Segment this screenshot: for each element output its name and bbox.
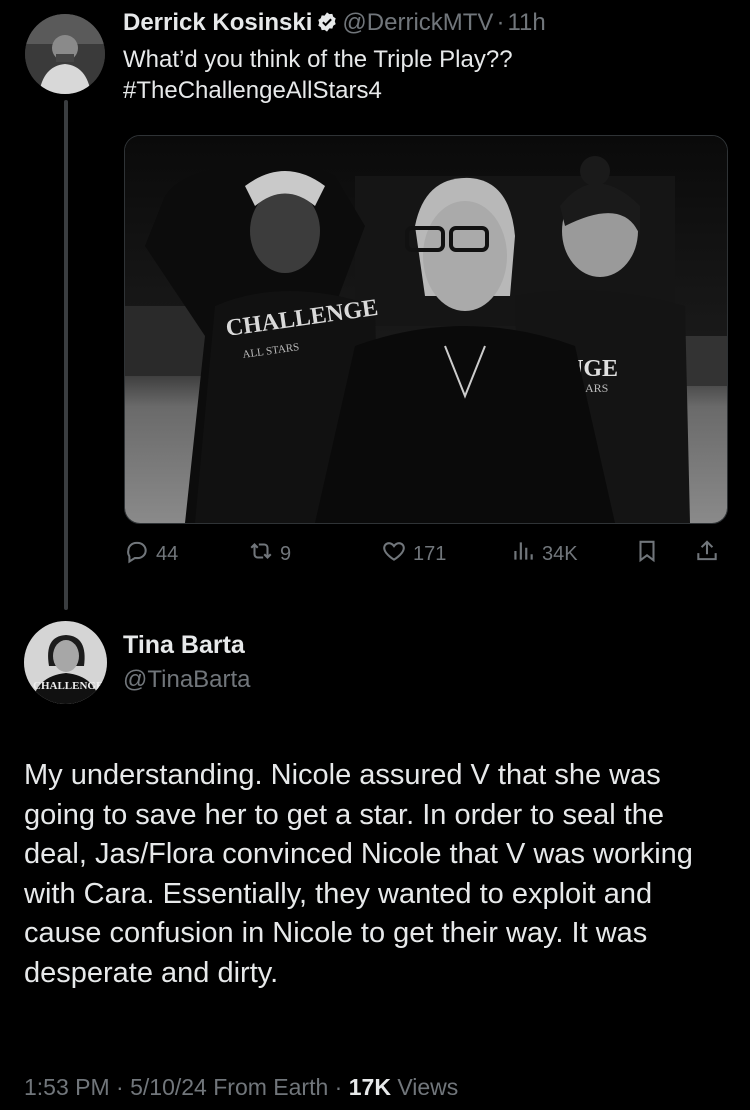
reply-icon <box>124 538 156 570</box>
tweet-text-line-1: What’d you think of the Triple Play?? <box>123 46 513 73</box>
tweet-separator: · <box>496 9 505 36</box>
reply-body: My understanding. Nicole assured V that … <box>24 759 693 989</box>
shirt-logo-sub-2: ARS <box>585 381 608 395</box>
tweet-author-name[interactable]: Derrick Kosinski <box>123 9 312 36</box>
share-icon <box>694 538 726 570</box>
bookmark-icon <box>634 538 666 570</box>
reply-views-label: Views <box>397 1074 459 1100</box>
bookmark-button[interactable] <box>634 538 666 570</box>
tweet-action-bar: 44 9 171 34K <box>124 538 726 570</box>
tweet-time[interactable]: 11h <box>507 9 545 36</box>
reply-handle[interactable]: @TinaBarta <box>123 665 251 695</box>
meta-separator-2: · <box>334 1074 343 1100</box>
meta-separator-1: · <box>116 1074 124 1100</box>
views-count: 34K <box>542 542 578 565</box>
reply-views-count: 17K <box>348 1074 391 1100</box>
tweet-media-image[interactable]: CHALLENGE ALL STARS ENGE ARS <box>124 135 728 524</box>
like-icon <box>381 538 413 570</box>
repost-icon <box>248 538 280 570</box>
views-button[interactable]: 34K <box>510 538 578 570</box>
reply-time[interactable]: 1:53 PM <box>24 1074 110 1100</box>
tweet-hashtag[interactable]: #TheChallengeAllStars4 <box>123 75 513 106</box>
tweet-photo: CHALLENGE ALL STARS ENGE ARS <box>125 136 727 523</box>
views-icon <box>510 538 542 570</box>
like-count: 171 <box>413 542 447 565</box>
tweet-handle[interactable]: @DerrickMTV <box>342 9 493 36</box>
reply-author-name[interactable]: Tina Barta <box>123 630 245 660</box>
like-button[interactable]: 171 <box>381 538 446 570</box>
repost-button[interactable]: 9 <box>248 538 291 570</box>
reply-source: From Earth <box>213 1074 329 1100</box>
derrick-avatar[interactable] <box>25 14 105 94</box>
reply-button[interactable]: 44 <box>124 538 178 570</box>
share-button[interactable] <box>694 538 726 570</box>
reply-count: 44 <box>156 542 179 565</box>
verified-badge-icon <box>316 11 338 33</box>
repost-count: 9 <box>280 542 292 565</box>
reply-date[interactable]: 5/10/24 <box>130 1074 207 1100</box>
avatar-shirt-text: CHALLENGE <box>33 680 103 692</box>
tweet-body: What’d you think of the Triple Play?? #T… <box>123 44 513 106</box>
tweet-header: Derrick Kosinski @DerrickMTV · 11h <box>123 8 546 38</box>
tina-avatar[interactable]: CHALLENGE <box>24 621 107 704</box>
thread-connector-line <box>64 100 68 610</box>
reply-meta: 1:53 PM · 5/10/24 From Earth · 17K Views <box>24 1072 458 1102</box>
